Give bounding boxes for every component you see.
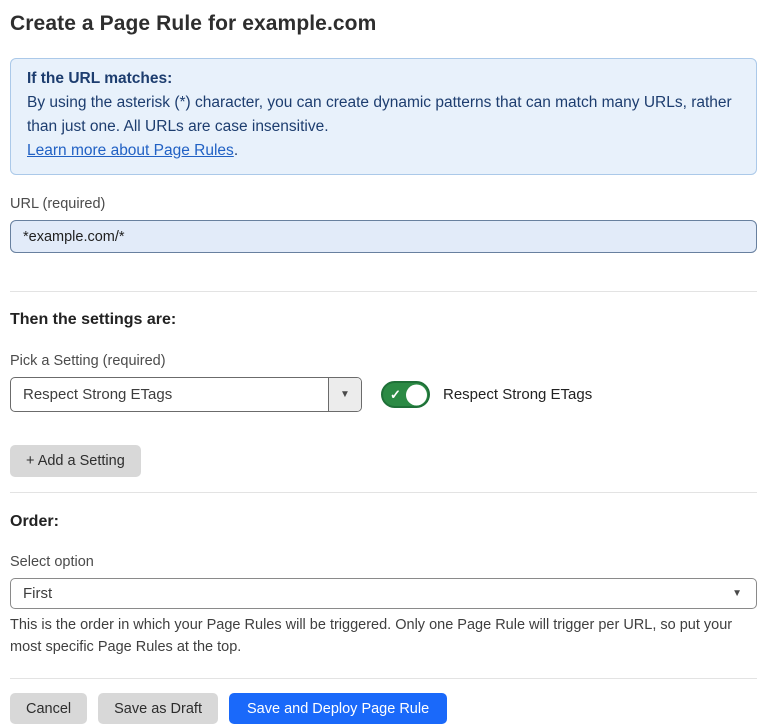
divider [10,492,757,493]
divider [10,678,757,679]
save-and-deploy-button[interactable]: Save and Deploy Page Rule [229,693,447,724]
link-suffix: . [234,142,238,159]
order-select-value: First [23,585,732,602]
toggle-knob [406,384,427,405]
page-title: Create a Page Rule for example.com [10,12,757,36]
setting-toggle[interactable]: ✓ [381,381,430,408]
info-box-heading: If the URL matches: [27,67,740,91]
order-help-text: This is the order in which your Page Rul… [10,614,752,658]
order-select[interactable]: First ▼ [10,578,757,609]
info-box-link-line: Learn more about Page Rules. [27,139,740,163]
check-icon: ✓ [390,388,401,401]
divider [10,291,757,292]
chevron-down-icon: ▼ [732,588,742,599]
setting-select-arrow-button[interactable]: ▼ [328,378,361,411]
chevron-down-icon: ▼ [340,389,350,400]
settings-section-heading: Then the settings are: [10,311,757,329]
add-setting-button[interactable]: + Add a Setting [10,445,141,477]
setting-select[interactable]: Respect Strong ETags ▼ [10,377,362,412]
url-match-info-box: If the URL matches: By using the asteris… [10,58,757,175]
order-select-label: Select option [10,554,757,570]
info-box-body: By using the asterisk (*) character, you… [27,91,740,139]
learn-more-link[interactable]: Learn more about Page Rules [27,142,234,159]
create-page-rule-panel: Create a Page Rule for example.com If th… [0,0,769,724]
order-section-heading: Order: [10,513,757,531]
pick-setting-label: Pick a Setting (required) [10,353,757,369]
url-field-label: URL (required) [10,196,757,212]
footer-actions: Cancel Save as Draft Save and Deploy Pag… [10,693,757,724]
save-as-draft-button[interactable]: Save as Draft [98,693,218,724]
cancel-button[interactable]: Cancel [10,693,87,724]
setting-row: Respect Strong ETags ▼ ✓ Respect Strong … [10,377,757,412]
toggle-label: Respect Strong ETags [443,386,592,403]
url-input[interactable] [10,220,757,253]
setting-select-value: Respect Strong ETags [11,378,328,411]
